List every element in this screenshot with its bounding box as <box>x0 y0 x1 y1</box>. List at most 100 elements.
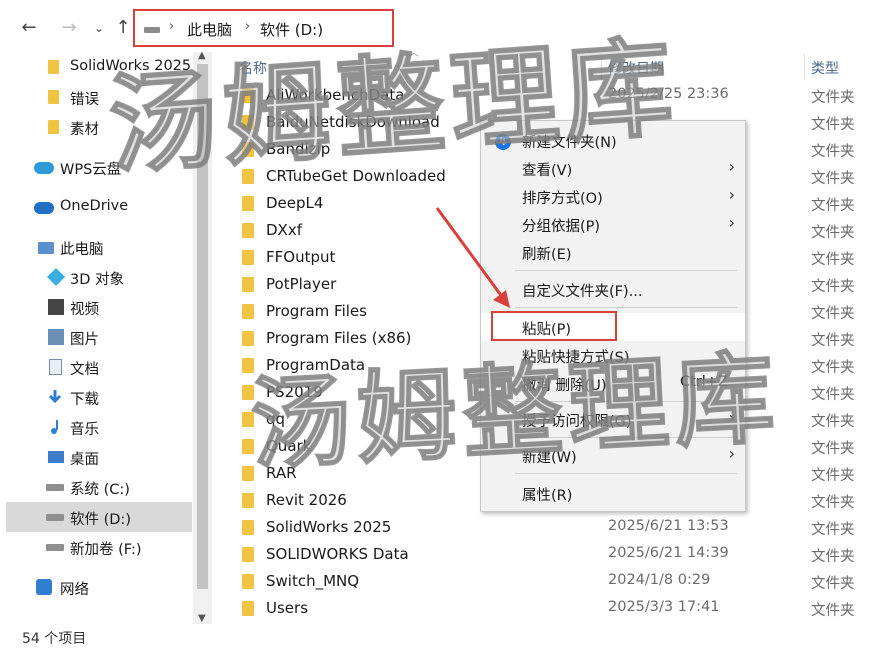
folder-icon <box>242 385 254 400</box>
file-row[interactable]: SOLIDWORKS Data 2025/6/21 14:39 文件夹 <box>220 541 894 568</box>
new-folder-icon: ↯ <box>495 134 511 150</box>
folder-icon <box>242 574 254 589</box>
sidebar-item-materials[interactable]: 素材 <box>6 112 192 142</box>
music-icon <box>51 420 58 434</box>
file-type: 文件夹 <box>811 90 855 106</box>
file-type: 文件夹 <box>811 306 855 322</box>
sidebar-item-label: 系统 (C:) <box>70 482 130 498</box>
file-name: BaiduNetdiskDownload <box>266 113 440 131</box>
menu-item-sort-by[interactable]: 排序方式(O) › <box>481 182 745 210</box>
sidebar-item-label: 图片 <box>70 332 99 348</box>
menu-item-label: 刷新(E) <box>522 247 572 263</box>
sidebar-item-documents[interactable]: 文档 <box>6 352 192 382</box>
folder-icon <box>242 601 254 616</box>
menu-item-new[interactable]: 新建(W) › <box>481 441 745 469</box>
menu-item-label: 撤消 删除(U) <box>522 378 607 394</box>
column-header-type[interactable]: 类型 <box>811 58 839 78</box>
scroll-down-icon[interactable]: ▼ <box>198 613 206 624</box>
file-name: CRTubeGet Downloaded <box>266 167 446 185</box>
menu-item-shortcut: Ctrl+Z <box>680 374 728 390</box>
scroll-up-icon[interactable]: ▲ <box>198 50 206 61</box>
menu-item-refresh[interactable]: 刷新(E) <box>481 238 745 266</box>
menu-item-give-access[interactable]: 授予访问权限(G) › <box>481 405 745 433</box>
breadcrumb-this-pc[interactable]: 此电脑 <box>187 19 232 40</box>
sidebar-item-label: 软件 (D:) <box>70 512 131 528</box>
file-row[interactable]: SolidWorks 2025 2025/6/21 13:53 文件夹 <box>220 514 894 541</box>
breadcrumb-drive-d[interactable]: 软件 (D:) <box>260 19 323 40</box>
drive-icon <box>46 514 64 521</box>
folder-icon <box>48 90 59 104</box>
file-name: PS2019 <box>266 383 323 401</box>
file-row[interactable]: AliWorkbenchData 2025/2/25 23:36 文件夹 <box>220 82 894 109</box>
sidebar-item-drive-d[interactable]: 软件 (D:) <box>6 502 192 532</box>
sidebar-item-drive-c[interactable]: 系统 (C:) <box>6 472 192 502</box>
file-type: 文件夹 <box>811 198 855 214</box>
sidebar-item-3d-objects[interactable]: 3D 对象 <box>6 262 192 292</box>
file-type: 文件夹 <box>811 144 855 160</box>
sidebar-item-pictures[interactable]: 图片 <box>6 322 192 352</box>
sidebar-item-solidworks-2025[interactable]: SolidWorks 2025 <box>6 52 192 82</box>
scrollbar-thumb[interactable] <box>197 64 208 589</box>
sidebar-item-this-pc[interactable]: 此电脑 <box>6 232 192 262</box>
breadcrumb-separator[interactable]: › <box>245 19 250 34</box>
folder-icon <box>48 120 59 134</box>
menu-item-paste-shortcut[interactable]: 粘贴快捷方式(S) <box>481 341 745 369</box>
file-name: Switch_MNQ <box>266 572 360 590</box>
menu-separator <box>515 307 737 308</box>
menu-item-label: 分组依据(P) <box>522 219 601 235</box>
file-row[interactable]: Switch_MNQ 2024/1/8 0:29 文件夹 <box>220 568 894 595</box>
drive-icon <box>46 484 64 491</box>
menu-item-view[interactable]: 查看(V) › <box>481 154 745 182</box>
breadcrumb-separator[interactable]: › <box>169 19 174 34</box>
menu-item-properties[interactable]: 属性(R) <box>481 479 745 507</box>
column-header-name[interactable]: 名称 <box>239 58 267 78</box>
menu-item-group-by[interactable]: 分组依据(P) › <box>481 210 745 238</box>
folder-icon <box>242 304 254 319</box>
menu-item-customize-folder[interactable]: 自定义文件夹(F)... <box>481 275 745 303</box>
sidebar-item-network[interactable]: 网络 <box>6 572 192 602</box>
folder-icon <box>242 493 254 508</box>
file-name: Program Files <box>266 302 367 320</box>
file-type: 文件夹 <box>811 333 855 349</box>
paste-highlight-box <box>491 311 617 341</box>
address-toolbar: ← → ⌄ ↑ › 此电脑 › 软件 (D:) <box>0 0 894 54</box>
menu-item-new-folder[interactable]: ↯ 新建文件夹(N) <box>481 126 745 154</box>
sidebar-item-label: 下载 <box>70 392 99 408</box>
recent-locations-button[interactable]: ⌄ <box>88 16 110 40</box>
back-button[interactable]: ← <box>18 16 40 40</box>
sort-indicator-icon: ︿ <box>409 48 419 59</box>
sidebar-item-music[interactable]: 音乐 <box>6 412 192 442</box>
sidebar-item-errors[interactable]: 错误 <box>6 82 192 112</box>
menu-item-label: 查看(V) <box>522 163 573 179</box>
file-type: 文件夹 <box>811 468 855 484</box>
sidebar-item-label: 此电脑 <box>60 242 104 258</box>
file-type: 文件夹 <box>811 549 855 565</box>
pc-icon <box>38 242 54 254</box>
file-name: Quark <box>266 437 312 455</box>
column-divider[interactable] <box>804 54 805 80</box>
file-type: 文件夹 <box>811 360 855 376</box>
sidebar-item-wps-cloud[interactable]: WPS云盘 <box>6 152 192 182</box>
file-name: SOLIDWORKS Data <box>266 545 409 563</box>
column-divider[interactable] <box>601 54 602 80</box>
menu-separator <box>515 270 737 271</box>
file-name: PotPlayer <box>266 275 337 293</box>
sidebar-item-desktop[interactable]: 桌面 <box>6 442 192 472</box>
forward-button[interactable]: → <box>58 16 80 40</box>
file-date: 2025/3/3 17:41 <box>608 599 720 615</box>
sidebar-item-drive-f[interactable]: 新加卷 (F:) <box>6 532 192 562</box>
sidebar-item-videos[interactable]: 视频 <box>6 292 192 322</box>
file-name: DXxf <box>266 221 302 239</box>
sidebar-item-onedrive[interactable]: OneDrive <box>6 192 192 222</box>
sidebar-scrollbar[interactable]: ▲ ▼ <box>193 50 212 624</box>
sidebar-item-label: WPS云盘 <box>60 162 122 178</box>
3d-objects-icon <box>46 267 66 287</box>
chevron-right-icon: › <box>728 213 735 232</box>
sidebar-item-downloads[interactable]: 下载 <box>6 382 192 412</box>
address-bar[interactable]: › 此电脑 › 软件 (D:) <box>133 9 394 47</box>
menu-item-undo-delete[interactable]: 撤消 删除(U) Ctrl+Z <box>481 369 745 397</box>
file-row[interactable]: Users 2025/3/3 17:41 文件夹 <box>220 595 894 622</box>
up-button[interactable]: ↑ <box>112 16 134 40</box>
file-type: 文件夹 <box>811 495 855 511</box>
column-header-date[interactable]: 修改日期 <box>608 58 664 78</box>
